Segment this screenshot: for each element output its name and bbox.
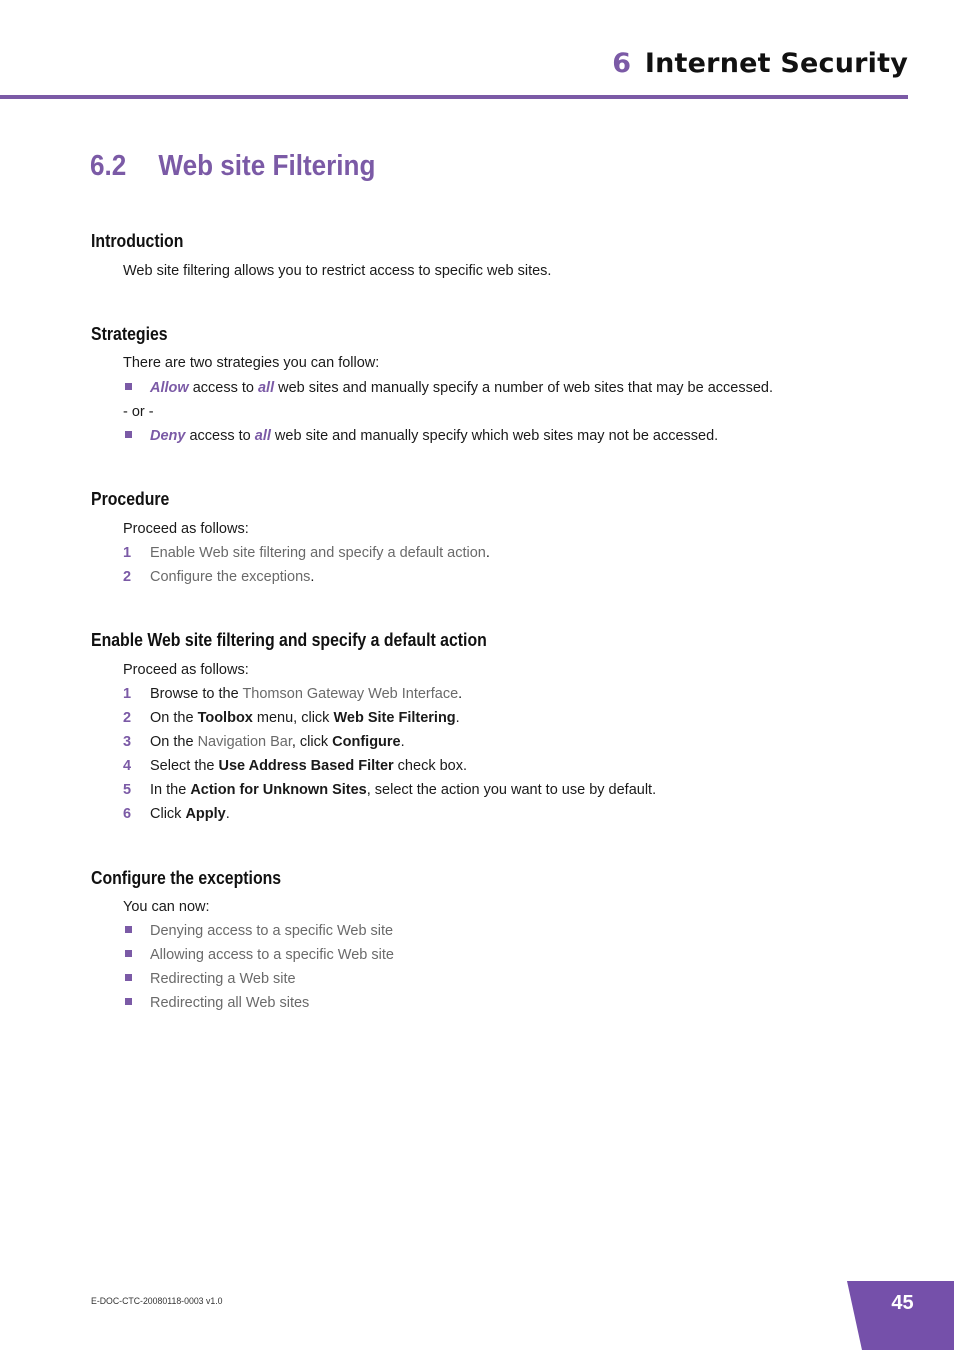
text: , click bbox=[291, 734, 333, 750]
emphasis-allow: Allow bbox=[150, 380, 189, 396]
step-link[interactable]: Configure the exceptions bbox=[150, 569, 310, 585]
strategies-intro: There are two strategies you can follow: bbox=[123, 355, 380, 371]
exception-link[interactable]: Denying access to a specific Web site bbox=[150, 923, 393, 939]
emphasis-all: all bbox=[254, 428, 271, 444]
procedure-heading: Procedure bbox=[91, 489, 170, 509]
exception-link[interactable]: Redirecting a Web site bbox=[150, 971, 296, 987]
exception-item: Allowing access to a specific Web site bbox=[123, 946, 394, 964]
bullet-square-icon bbox=[125, 431, 132, 438]
text: . bbox=[458, 686, 463, 702]
enable-intro: Proceed as follows: bbox=[123, 662, 249, 678]
chapter-title-text: Internet Security bbox=[644, 48, 908, 79]
strategy-item-allow: Allow access to all web sites and manual… bbox=[123, 379, 773, 397]
strategy-item-deny: Deny access to all web site and manually… bbox=[123, 427, 718, 445]
exception-item: Redirecting all Web sites bbox=[123, 994, 309, 1012]
ui-term: Toolbox bbox=[197, 710, 253, 726]
enable-step: 2 On the Toolbox menu, click Web Site Fil… bbox=[123, 709, 460, 727]
text: web sites and manually specify a number … bbox=[274, 380, 773, 396]
step-number: 6 bbox=[123, 806, 132, 822]
text: access to bbox=[185, 428, 255, 444]
ui-term: Web Site Filtering bbox=[333, 710, 456, 726]
emphasis-all: all bbox=[257, 380, 275, 396]
text: On the bbox=[150, 734, 198, 750]
step-number: 3 bbox=[123, 734, 132, 750]
text: Browse to the bbox=[150, 686, 243, 702]
step-number: 4 bbox=[123, 758, 132, 774]
enable-step: 6 Click Apply. bbox=[123, 805, 230, 823]
enable-heading: Enable Web site filtering and specify a … bbox=[91, 630, 487, 650]
bullet-square-icon bbox=[125, 926, 132, 933]
step-link[interactable]: Navigation Bar bbox=[198, 734, 292, 750]
step-number: 5 bbox=[123, 782, 132, 798]
text: . bbox=[455, 710, 460, 726]
emphasis-deny: Deny bbox=[150, 428, 186, 444]
step-number: 2 bbox=[123, 569, 132, 585]
text: . bbox=[400, 734, 405, 750]
text: access to bbox=[188, 380, 258, 396]
exception-link[interactable]: Redirecting all Web sites bbox=[150, 995, 309, 1011]
enable-step: 4 Select the Use Address Based Filter che… bbox=[123, 757, 467, 775]
bullet-square-icon bbox=[125, 998, 132, 1005]
step-number: 1 bbox=[123, 545, 132, 561]
chapter-number: 6 bbox=[612, 48, 632, 79]
step-number: 1 bbox=[123, 686, 132, 702]
ui-term: Use Address Based Filter bbox=[218, 758, 394, 774]
text: . bbox=[310, 569, 315, 585]
text: , select the action you want to use by d… bbox=[366, 782, 657, 798]
exceptions-intro: You can now: bbox=[123, 899, 210, 915]
step-link[interactable]: Enable Web site filtering and specify a … bbox=[150, 545, 486, 561]
section-number: 6.2 bbox=[90, 150, 127, 182]
ui-term: Action for Unknown Sites bbox=[190, 782, 367, 798]
exception-item: Denying access to a specific Web site bbox=[123, 922, 393, 940]
text: Click bbox=[150, 806, 186, 822]
procedure-step: 2 Configure the exceptions. bbox=[123, 568, 314, 586]
ui-term: Apply bbox=[185, 806, 226, 822]
text: In the bbox=[150, 782, 191, 798]
bullet-square-icon bbox=[125, 383, 132, 390]
document-id: E-DOC-CTC-20080118-0003 v1.0 bbox=[91, 1296, 223, 1307]
text: menu, click bbox=[252, 710, 334, 726]
enable-step: 5 In the Action for Unknown Sites, select… bbox=[123, 781, 656, 799]
section-title: 6.2 Web site Filtering bbox=[90, 150, 375, 183]
enable-step: 1 Browse to the Thomson Gateway Web Inter… bbox=[123, 685, 462, 703]
strategies-heading: Strategies bbox=[91, 324, 168, 344]
ui-term: Configure bbox=[332, 734, 401, 750]
text: . bbox=[485, 545, 490, 561]
step-link[interactable]: Thomson Gateway Web Interface bbox=[242, 686, 458, 702]
introduction-heading: Introduction bbox=[91, 231, 184, 251]
strategies-separator: - or - bbox=[123, 404, 154, 420]
section-title-text: Web site Filtering bbox=[158, 150, 376, 182]
exceptions-heading: Configure the exceptions bbox=[91, 868, 282, 888]
step-number: 2 bbox=[123, 710, 132, 726]
introduction-text: Web site filtering allows you to restric… bbox=[123, 263, 552, 279]
chapter-title: 6 Internet Security bbox=[612, 48, 908, 79]
bullet-square-icon bbox=[125, 974, 132, 981]
exception-item: Redirecting a Web site bbox=[123, 970, 296, 988]
text: Select the bbox=[150, 758, 219, 774]
header-rule bbox=[0, 95, 908, 99]
procedure-intro: Proceed as follows: bbox=[123, 521, 249, 537]
text: check box. bbox=[393, 758, 467, 774]
procedure-step: 1 Enable Web site filtering and specify a… bbox=[123, 544, 490, 562]
text: . bbox=[225, 806, 230, 822]
bullet-square-icon bbox=[125, 950, 132, 957]
text: On the bbox=[150, 710, 198, 726]
text: web site and manually specify which web … bbox=[270, 428, 719, 444]
enable-step: 3 On the Navigation Bar, click Configure. bbox=[123, 733, 405, 751]
page-number: 45 bbox=[891, 1292, 914, 1314]
exception-link[interactable]: Allowing access to a specific Web site bbox=[150, 947, 394, 963]
